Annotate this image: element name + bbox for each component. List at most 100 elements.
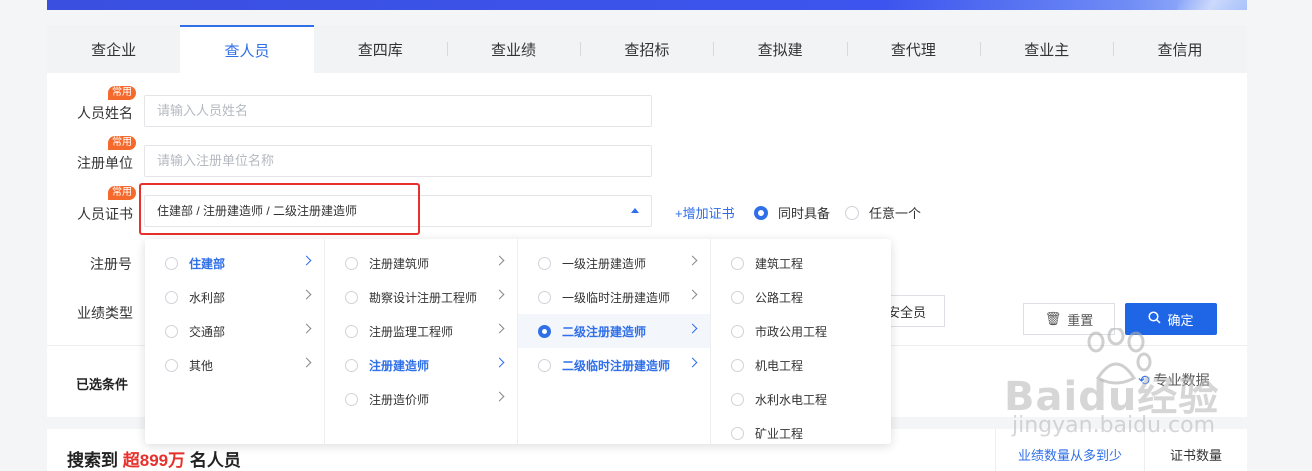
cascader-option[interactable]: 交通部: [145, 314, 324, 348]
option-label: 市政公用工程: [755, 324, 828, 339]
caret-up-icon: [631, 208, 639, 213]
chevron-right-icon: [687, 323, 698, 334]
results-title: 搜索到 超899万 名人员: [67, 446, 241, 471]
sort-by-performance[interactable]: 业绩数量从多到少: [995, 429, 1145, 471]
tab-four-libraries[interactable]: 查四库: [314, 25, 447, 73]
radio-unchecked-icon: [731, 324, 744, 338]
unit-label: 注册单位: [77, 155, 133, 171]
cascader-option[interactable]: 公路工程: [711, 280, 891, 314]
reset-button[interactable]: 🗑 重置: [1023, 303, 1115, 335]
option-label: 勘察设计注册工程师: [369, 290, 478, 305]
professional-data-label: 专业数据: [1153, 372, 1210, 388]
option-label: 建筑工程: [755, 256, 804, 271]
cascader-option[interactable]: 一级注册建造师: [518, 246, 710, 280]
option-all-radio[interactable]: 同时具备: [754, 203, 830, 222]
chevron-right-icon: [494, 357, 505, 368]
radio-checked-icon: [754, 205, 768, 220]
option-label: 注册建筑师: [369, 256, 430, 271]
tab-credit[interactable]: 查信用: [1113, 25, 1246, 73]
radio-unchecked-icon: [538, 256, 551, 270]
tab-personnel[interactable]: 查人员: [180, 25, 314, 73]
chevron-right-icon: [687, 289, 698, 300]
name-label: 人员姓名: [77, 105, 133, 121]
radio-unchecked-icon: [345, 324, 358, 338]
cascader-option[interactable]: 机电工程: [711, 348, 891, 382]
radio-unchecked-icon: [731, 358, 744, 372]
search-icon: [1148, 311, 1162, 327]
confirm-button[interactable]: 确定: [1125, 303, 1217, 335]
option-any-radio[interactable]: 任意一个: [845, 203, 921, 222]
cascader-option[interactable]: 住建部: [145, 246, 324, 280]
cascader-option[interactable]: 其他: [145, 348, 324, 382]
cascader-column-cert-type: 注册建筑师 勘察设计注册工程师 注册监理工程师 注册建造师 注册造价师: [325, 239, 518, 444]
highlight-box: [139, 183, 420, 235]
banner-decoration: [1177, 0, 1247, 10]
cascader-option[interactable]: 水利部: [145, 280, 324, 314]
tab-proposed[interactable]: 查拟建: [713, 25, 846, 73]
cascader-option[interactable]: 水利水电工程: [711, 382, 891, 416]
option-label: 一级注册建造师: [562, 256, 647, 271]
refresh-icon: ⟲: [1138, 372, 1150, 388]
cascader-option[interactable]: 二级注册建造师: [518, 314, 710, 348]
cascader-option[interactable]: 二级临时注册建造师: [518, 348, 710, 382]
option-label: 注册建造师: [369, 358, 430, 373]
radio-unchecked-icon: [165, 256, 178, 270]
results-suffix: 名人员: [189, 451, 241, 470]
radio-unchecked-icon: [731, 256, 744, 270]
radio-unchecked-icon: [345, 392, 358, 406]
radio-unchecked-icon: [345, 358, 358, 372]
option-label: 公路工程: [755, 290, 804, 305]
option-label: 二级注册建造师: [562, 324, 647, 339]
tab-bidding[interactable]: 查招标: [580, 25, 713, 73]
option-label: 机电工程: [755, 358, 804, 373]
cert-cascader-dropdown: 住建部 水利部 交通部 其他 注册建筑师 勘察设计注册工程师 注册监理工程师 注…: [145, 239, 891, 444]
radio-checked-icon: [538, 324, 551, 338]
cascader-option[interactable]: 勘察设计注册工程师: [325, 280, 517, 314]
option-label: 住建部: [189, 256, 226, 271]
cascader-option[interactable]: 注册建造师: [325, 348, 517, 382]
cascader-option[interactable]: 建筑工程: [711, 246, 891, 280]
cascader-column-specialty: 建筑工程 公路工程 市政公用工程 机电工程 水利水电工程 矿业工程: [711, 239, 891, 444]
option-label: 注册造价师: [369, 392, 430, 407]
regno-label: 注册号: [90, 256, 132, 272]
radio-unchecked-icon: [538, 290, 551, 304]
professional-data-link[interactable]: ⟲ 专业数据: [1138, 370, 1210, 390]
name-input[interactable]: 请输入人员姓名: [144, 95, 652, 127]
add-cert-link[interactable]: +增加证书: [675, 203, 735, 222]
option-label: 矿业工程: [755, 426, 804, 441]
option-label: 二级临时注册建造师: [562, 358, 671, 373]
option-label: 水利水电工程: [755, 392, 828, 407]
tab-performance[interactable]: 查业绩: [446, 25, 580, 73]
cascader-option[interactable]: 矿业工程: [711, 416, 891, 444]
option-label: 其他: [189, 358, 214, 373]
chevron-right-icon: [301, 323, 312, 334]
chevron-right-icon: [301, 357, 312, 368]
radio-unchecked-icon: [731, 392, 744, 406]
option-all-label: 同时具备: [778, 206, 831, 221]
radio-unchecked-icon: [345, 290, 358, 304]
cascader-option[interactable]: 注册造价师: [325, 382, 517, 416]
cascader-option[interactable]: 一级临时注册建造师: [518, 280, 710, 314]
radio-unchecked-icon: [165, 290, 178, 304]
top-banner: [47, 0, 1247, 10]
cascader-column-level: 一级注册建造师 一级临时注册建造师 二级注册建造师 二级临时注册建造师: [518, 239, 711, 444]
selected-conditions-label: 已选条件: [76, 377, 129, 392]
cascader-option[interactable]: 注册建筑师: [325, 246, 517, 280]
radio-unchecked-icon: [731, 290, 744, 304]
option-label: 注册监理工程师: [369, 324, 454, 339]
results-count: 超899万: [122, 451, 186, 470]
cert-label: 人员证书: [77, 206, 133, 222]
tab-agent[interactable]: 查代理: [846, 25, 980, 73]
option-label: 一级临时注册建造师: [562, 290, 671, 305]
tab-owner[interactable]: 查业主: [980, 25, 1113, 73]
chevron-right-icon: [301, 255, 312, 266]
chevron-right-icon: [494, 323, 505, 334]
radio-unchecked-icon: [731, 426, 744, 440]
reset-label: 重置: [1067, 312, 1094, 328]
chevron-right-icon: [687, 255, 698, 266]
unit-input[interactable]: 请输入注册单位名称: [144, 145, 652, 177]
cascader-option[interactable]: 注册监理工程师: [325, 314, 517, 348]
sort-by-cert-count[interactable]: 证书数量: [1145, 429, 1247, 471]
cascader-option[interactable]: 市政公用工程: [711, 314, 891, 348]
tab-enterprise[interactable]: 查企业: [47, 25, 180, 73]
